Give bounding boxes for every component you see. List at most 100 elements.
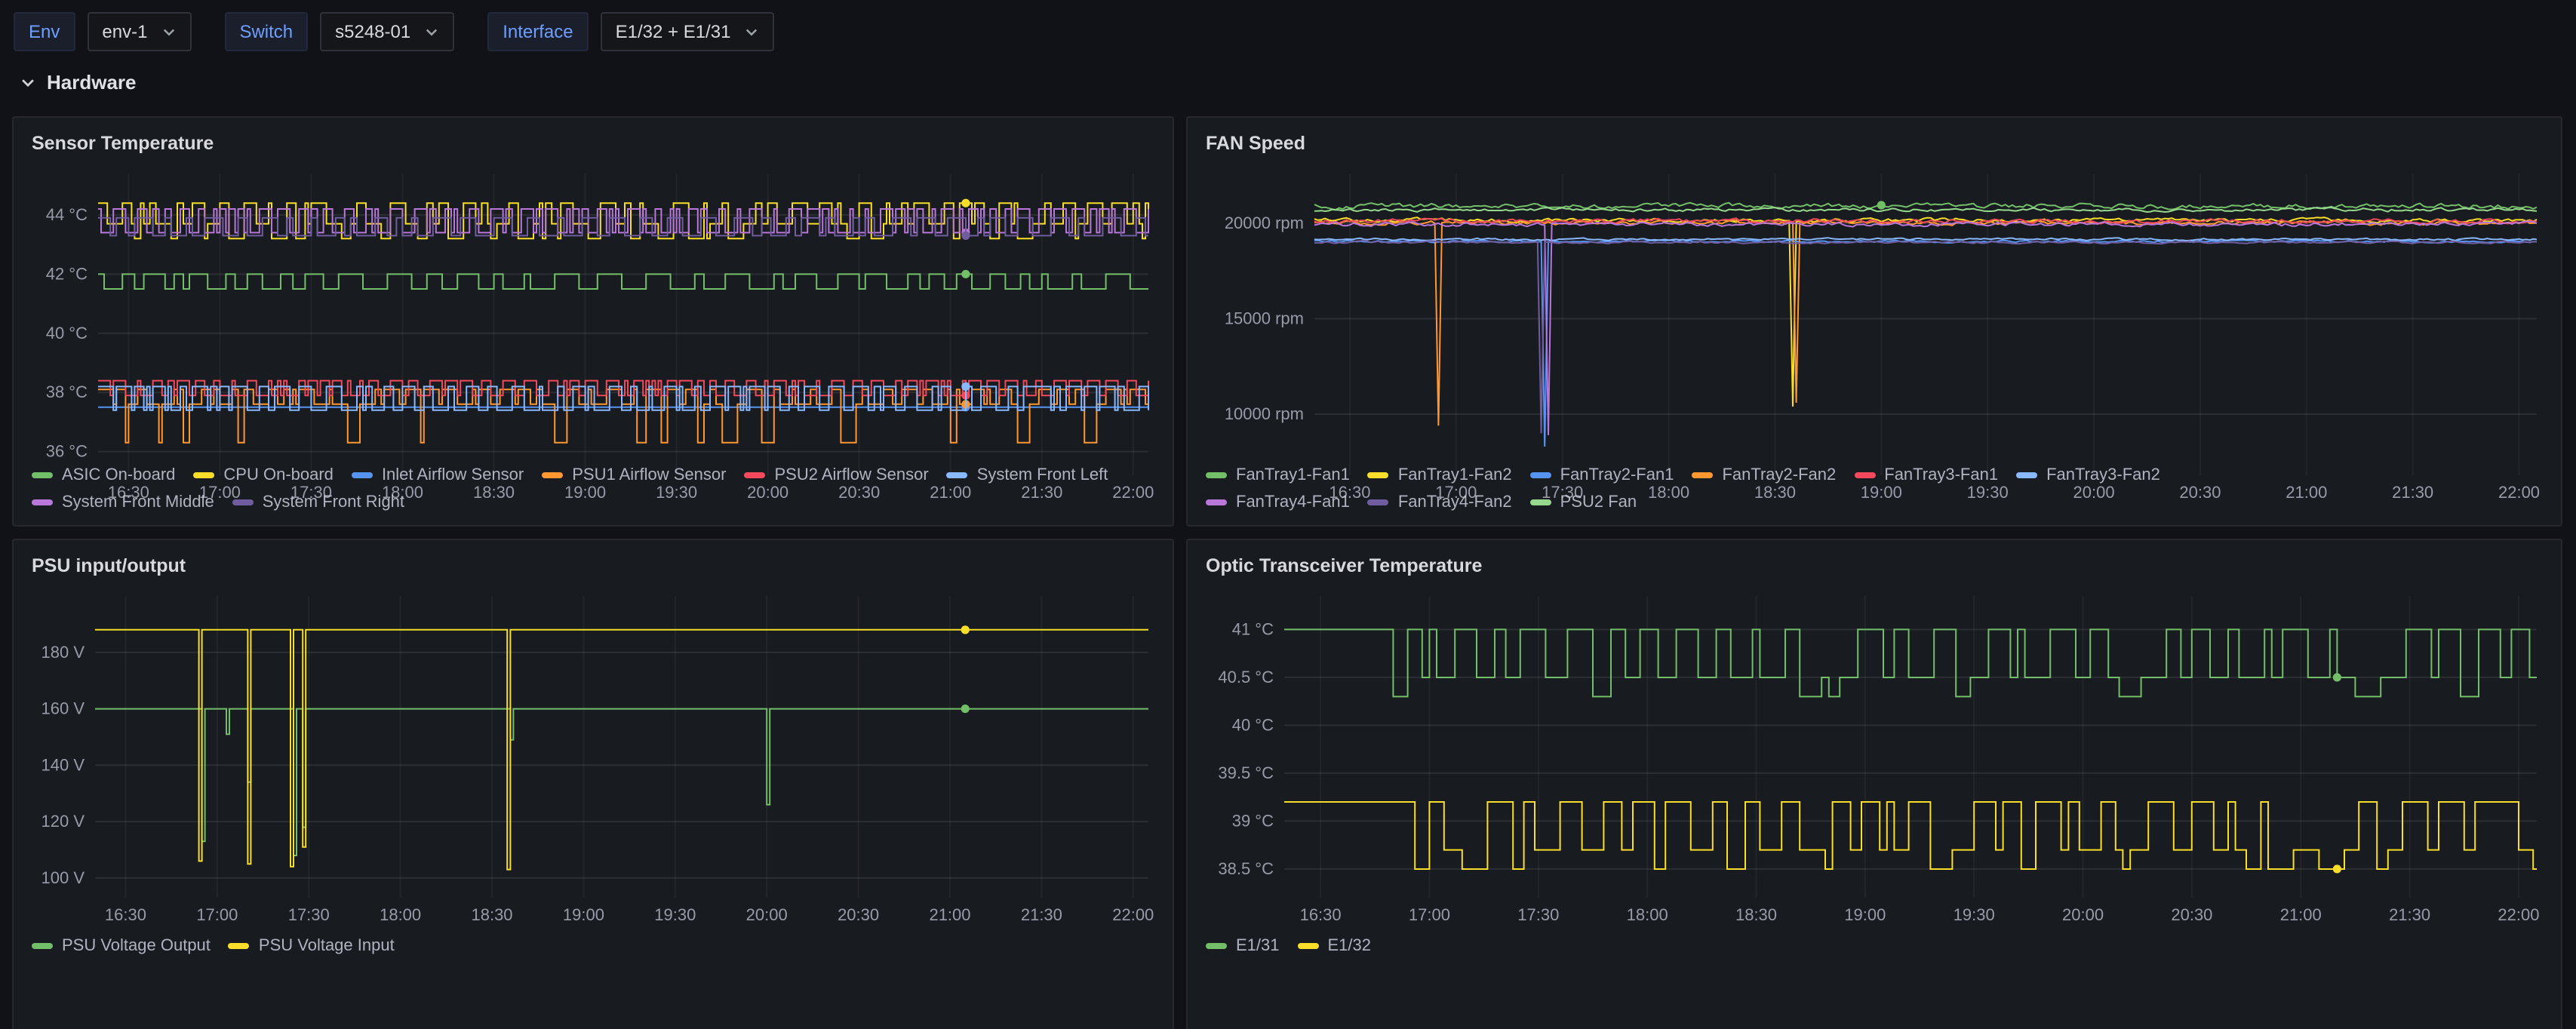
legend-swatch-icon bbox=[32, 943, 53, 949]
grafana-dashboard: Env env-1 Switch s5248-01 Interface E1/3… bbox=[0, 0, 2576, 1029]
x-tick-label: 18:00 bbox=[382, 483, 423, 502]
x-tick-label: 16:30 bbox=[108, 483, 149, 502]
x-tick-label: 20:30 bbox=[2171, 905, 2212, 924]
interface-variable-group: Interface E1/32 + E1/31 bbox=[487, 12, 774, 51]
legend-label: PSU Voltage Output bbox=[62, 935, 211, 957]
section-title: Hardware bbox=[47, 71, 137, 94]
panel-title[interactable]: PSU input/output bbox=[32, 555, 1157, 578]
x-tick-label: 16:30 bbox=[105, 905, 146, 924]
y-tick-label: 40 °C bbox=[46, 324, 88, 342]
switch-variable-label[interactable]: Switch bbox=[224, 12, 308, 51]
series-line-e1-31 bbox=[1284, 629, 2537, 696]
y-tick-label: 180 V bbox=[41, 643, 85, 662]
interface-variable-select[interactable]: E1/32 + E1/31 bbox=[601, 12, 775, 51]
interface-variable-value: E1/32 + E1/31 bbox=[616, 21, 731, 42]
x-tick-label: 18:30 bbox=[473, 483, 515, 502]
x-tick-label: 18:30 bbox=[1735, 905, 1777, 924]
series-line-fantray2-fan1 bbox=[1314, 240, 2537, 447]
x-tick-label: 21:30 bbox=[1021, 905, 1062, 924]
switch-variable-select[interactable]: s5248-01 bbox=[320, 12, 454, 51]
legend-item-psu-voltage-input[interactable]: PSU Voltage Input bbox=[229, 935, 395, 957]
x-tick-label: 17:00 bbox=[1435, 483, 1477, 502]
panel-psu-input-output: PSU input/output 16:3017:0017:3018:0018:… bbox=[12, 539, 1174, 1029]
x-tick-label: 20:00 bbox=[746, 905, 788, 924]
dashboard-variables-bar: Env env-1 Switch s5248-01 Interface E1/3… bbox=[0, 0, 2576, 51]
chart-canvas-optic-transceiver-temperature[interactable]: 16:3017:0017:3018:0018:3019:0019:3020:00… bbox=[1203, 584, 2546, 928]
x-tick-label: 17:30 bbox=[290, 483, 332, 502]
panel-title[interactable]: Optic Transceiver Temperature bbox=[1206, 555, 2546, 578]
x-tick-label: 16:30 bbox=[1300, 905, 1342, 924]
x-tick-label: 19:00 bbox=[1861, 483, 1902, 502]
y-tick-label: 100 V bbox=[41, 868, 85, 887]
y-tick-label: 38.5 °C bbox=[1218, 859, 1274, 878]
y-tick-label: 40.5 °C bbox=[1218, 668, 1274, 687]
switch-variable-value: s5248-01 bbox=[335, 21, 410, 42]
legend-item-psu-voltage-output[interactable]: PSU Voltage Output bbox=[32, 935, 211, 957]
x-tick-label: 22:00 bbox=[2498, 905, 2539, 924]
point-marker bbox=[961, 705, 970, 713]
x-tick-label: 18:00 bbox=[1627, 905, 1668, 924]
legend-swatch-icon bbox=[1298, 943, 1319, 949]
chart-optic-transceiver-temperature[interactable]: 16:3017:0017:3018:0018:3019:0019:3020:00… bbox=[1203, 584, 2546, 928]
y-tick-label: 39.5 °C bbox=[1218, 763, 1274, 782]
legend-label: PSU Voltage Input bbox=[259, 935, 395, 957]
x-tick-label: 19:00 bbox=[564, 483, 606, 502]
env-variable-group: Env env-1 bbox=[14, 12, 191, 51]
x-tick-label: 21:30 bbox=[2389, 905, 2430, 924]
series-line-fantray1-fan1 bbox=[1314, 203, 2537, 210]
y-tick-label: 36 °C bbox=[46, 442, 88, 461]
series-line-psu-voltage-input bbox=[95, 630, 1148, 870]
point-marker bbox=[961, 270, 970, 278]
series-line-e1-32 bbox=[1284, 802, 2537, 869]
y-tick-label: 20000 rpm bbox=[1225, 213, 1304, 232]
x-tick-label: 21:00 bbox=[2280, 905, 2322, 924]
legend-item-e1-31[interactable]: E1/31 bbox=[1206, 935, 1280, 957]
panel-title[interactable]: FAN Speed bbox=[1206, 133, 2546, 155]
y-tick-label: 120 V bbox=[41, 812, 85, 831]
x-tick-label: 19:30 bbox=[1967, 483, 2009, 502]
legend-optic-transceiver-temperature: E1/31 E1/32 bbox=[1206, 935, 2546, 957]
chart-fan-speed[interactable]: 16:3017:0017:3018:0018:3019:0019:3020:00… bbox=[1203, 161, 2546, 457]
series-line-asic-on-board bbox=[98, 274, 1148, 289]
x-tick-label: 18:00 bbox=[1648, 483, 1689, 502]
x-tick-label: 20:30 bbox=[838, 905, 879, 924]
x-tick-label: 18:30 bbox=[1754, 483, 1796, 502]
x-tick-label: 22:00 bbox=[1112, 483, 1154, 502]
chart-canvas-sensor-temperature[interactable]: 16:3017:0017:3018:0018:3019:0019:3020:00… bbox=[29, 161, 1157, 505]
x-tick-label: 19:30 bbox=[654, 905, 696, 924]
x-tick-label: 17:30 bbox=[1517, 905, 1559, 924]
chevron-down-icon bbox=[424, 24, 439, 39]
interface-variable-label[interactable]: Interface bbox=[487, 12, 588, 51]
env-variable-select[interactable]: env-1 bbox=[87, 12, 191, 51]
x-tick-label: 17:00 bbox=[199, 483, 241, 502]
series-line-psu2-fan bbox=[1314, 207, 2537, 212]
y-tick-label: 160 V bbox=[41, 699, 85, 718]
env-variable-label[interactable]: Env bbox=[14, 12, 75, 51]
legend-label: E1/32 bbox=[1328, 935, 1372, 957]
x-tick-label: 18:30 bbox=[471, 905, 512, 924]
panel-fan-speed: FAN Speed 16:3017:0017:3018:0018:3019:00… bbox=[1186, 116, 2562, 527]
chart-canvas-fan-speed[interactable]: 16:3017:0017:3018:0018:3019:0019:3020:00… bbox=[1203, 161, 2546, 505]
chevron-down-icon bbox=[161, 24, 176, 39]
x-tick-label: 20:00 bbox=[747, 483, 788, 502]
chart-sensor-temperature[interactable]: 16:3017:0017:3018:0018:3019:0019:3020:00… bbox=[29, 161, 1157, 457]
chart-psu-input-output[interactable]: 16:3017:0017:3018:0018:3019:0019:3020:00… bbox=[29, 584, 1157, 928]
panel-title[interactable]: Sensor Temperature bbox=[32, 133, 1157, 155]
x-tick-label: 20:00 bbox=[2062, 905, 2104, 924]
legend-label: E1/31 bbox=[1236, 935, 1280, 957]
x-tick-label: 17:30 bbox=[288, 905, 330, 924]
chart-canvas-psu-input-output[interactable]: 16:3017:0017:3018:0018:3019:0019:3020:00… bbox=[29, 584, 1157, 928]
point-marker bbox=[961, 199, 970, 207]
panel-sensor-temperature: Sensor Temperature 16:3017:0017:3018:001… bbox=[12, 116, 1174, 527]
x-tick-label: 17:00 bbox=[1409, 905, 1450, 924]
hardware-section-header[interactable]: Hardware bbox=[0, 51, 2576, 110]
legend-item-e1-32[interactable]: E1/32 bbox=[1298, 935, 1372, 957]
y-tick-label: 42 °C bbox=[46, 264, 88, 283]
x-tick-label: 22:00 bbox=[1112, 905, 1154, 924]
x-tick-label: 21:00 bbox=[929, 905, 970, 924]
point-marker bbox=[2333, 865, 2341, 873]
x-tick-label: 17:30 bbox=[1542, 483, 1583, 502]
x-tick-label: 18:00 bbox=[380, 905, 421, 924]
point-marker bbox=[961, 382, 970, 391]
panel-grid: Sensor Temperature 16:3017:0017:3018:001… bbox=[0, 110, 2576, 1029]
